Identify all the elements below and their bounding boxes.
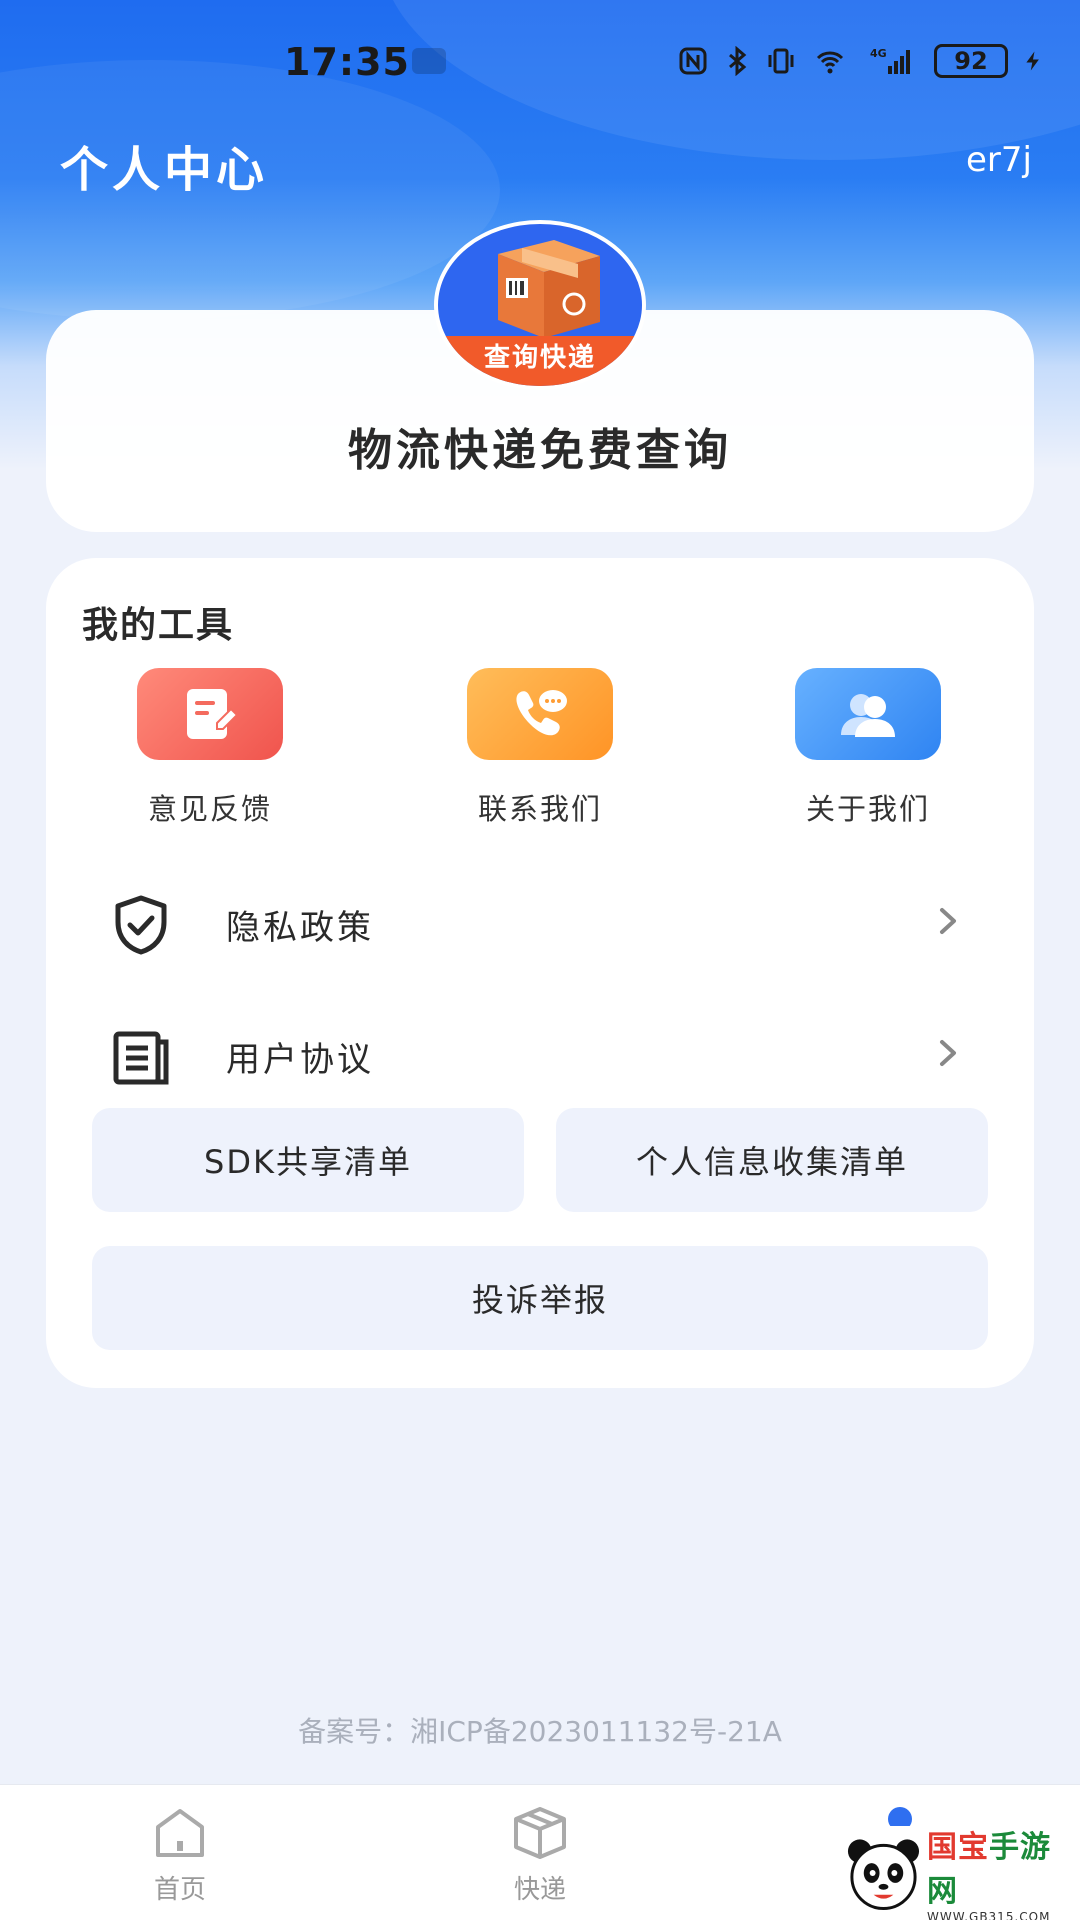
sdk-share-list-button[interactable]: SDK共享清单 — [92, 1108, 524, 1212]
document-icon — [113, 1031, 169, 1085]
chevron-right-icon — [940, 1040, 956, 1066]
wifi-icon — [816, 51, 844, 74]
vibrate-icon — [768, 48, 794, 74]
nfc-icon — [679, 47, 707, 75]
nav-express-label: 快递 — [513, 1875, 566, 1905]
app-avatar[interactable]: 查询快递 — [434, 220, 646, 390]
app-name: 物流快递免费查询 — [348, 425, 732, 476]
battery-indicator: 92 — [934, 44, 1008, 78]
watermark-title-red: 国宝 — [926, 1830, 989, 1865]
nav-express[interactable]: 快递 — [460, 1805, 620, 1906]
signal-icon: 4G — [870, 47, 910, 74]
tools-card: 我的工具 意见反馈 联系我们 关于我们 隐私政策 用户协议 SDK共享清单 个人… — [46, 558, 1034, 1388]
user-agreement-label: 用户协议 — [226, 1040, 374, 1080]
avatar-ribbon: 查询快递 — [438, 336, 642, 386]
nav-home-label: 首页 — [153, 1875, 206, 1905]
personal-info-list-button[interactable]: 个人信息收集清单 — [556, 1108, 988, 1212]
chevron-right-icon — [940, 908, 956, 934]
home-icon — [156, 1809, 204, 1857]
charging-icon — [1026, 51, 1039, 71]
package-box-icon — [498, 240, 600, 338]
svg-text:4G: 4G — [870, 47, 887, 60]
bluetooth-icon — [729, 46, 747, 76]
package-icon — [514, 1807, 566, 1859]
user-agreement-row[interactable]: 用户协议 — [46, 998, 1034, 1108]
feedback-icon — [137, 668, 283, 760]
nav-home[interactable]: 首页 — [100, 1805, 260, 1906]
tools-section-title: 我的工具 — [82, 605, 235, 646]
phone-chat-icon — [467, 668, 613, 760]
privacy-policy-label: 隐私政策 — [226, 908, 374, 948]
status-bar: 17:35 4G 92 — [0, 30, 1080, 100]
icp-record: 备案号：湘ICP备2023011132号-21A — [298, 1715, 782, 1748]
status-time: 17:35 — [284, 40, 410, 84]
privacy-policy-row[interactable]: 隐私政策 — [46, 866, 1034, 976]
watermark-url: WWW.GB315.COM — [926, 1910, 1051, 1920]
shield-check-icon — [115, 895, 167, 955]
users-icon — [795, 668, 941, 760]
usb-icon — [412, 48, 446, 74]
contact-tool[interactable]: 联系我们 — [440, 668, 640, 828]
about-label: 关于我们 — [805, 792, 930, 826]
contact-label: 联系我们 — [477, 792, 602, 826]
complaint-report-button[interactable]: 投诉举报 — [92, 1246, 988, 1350]
feedback-label: 意见反馈 — [147, 792, 272, 826]
feedback-tool[interactable]: 意见反馈 — [110, 668, 310, 828]
about-tool[interactable]: 关于我们 — [768, 668, 968, 828]
user-name[interactable]: er7j — [966, 140, 1032, 180]
site-watermark: 国宝手游网 WWW.GB315.COM — [830, 1826, 1080, 1920]
watermark-title: 国宝手游网 — [927, 1822, 1080, 1910]
page-title: 个人中心 — [60, 142, 269, 198]
panda-logo-icon — [847, 1839, 920, 1911]
